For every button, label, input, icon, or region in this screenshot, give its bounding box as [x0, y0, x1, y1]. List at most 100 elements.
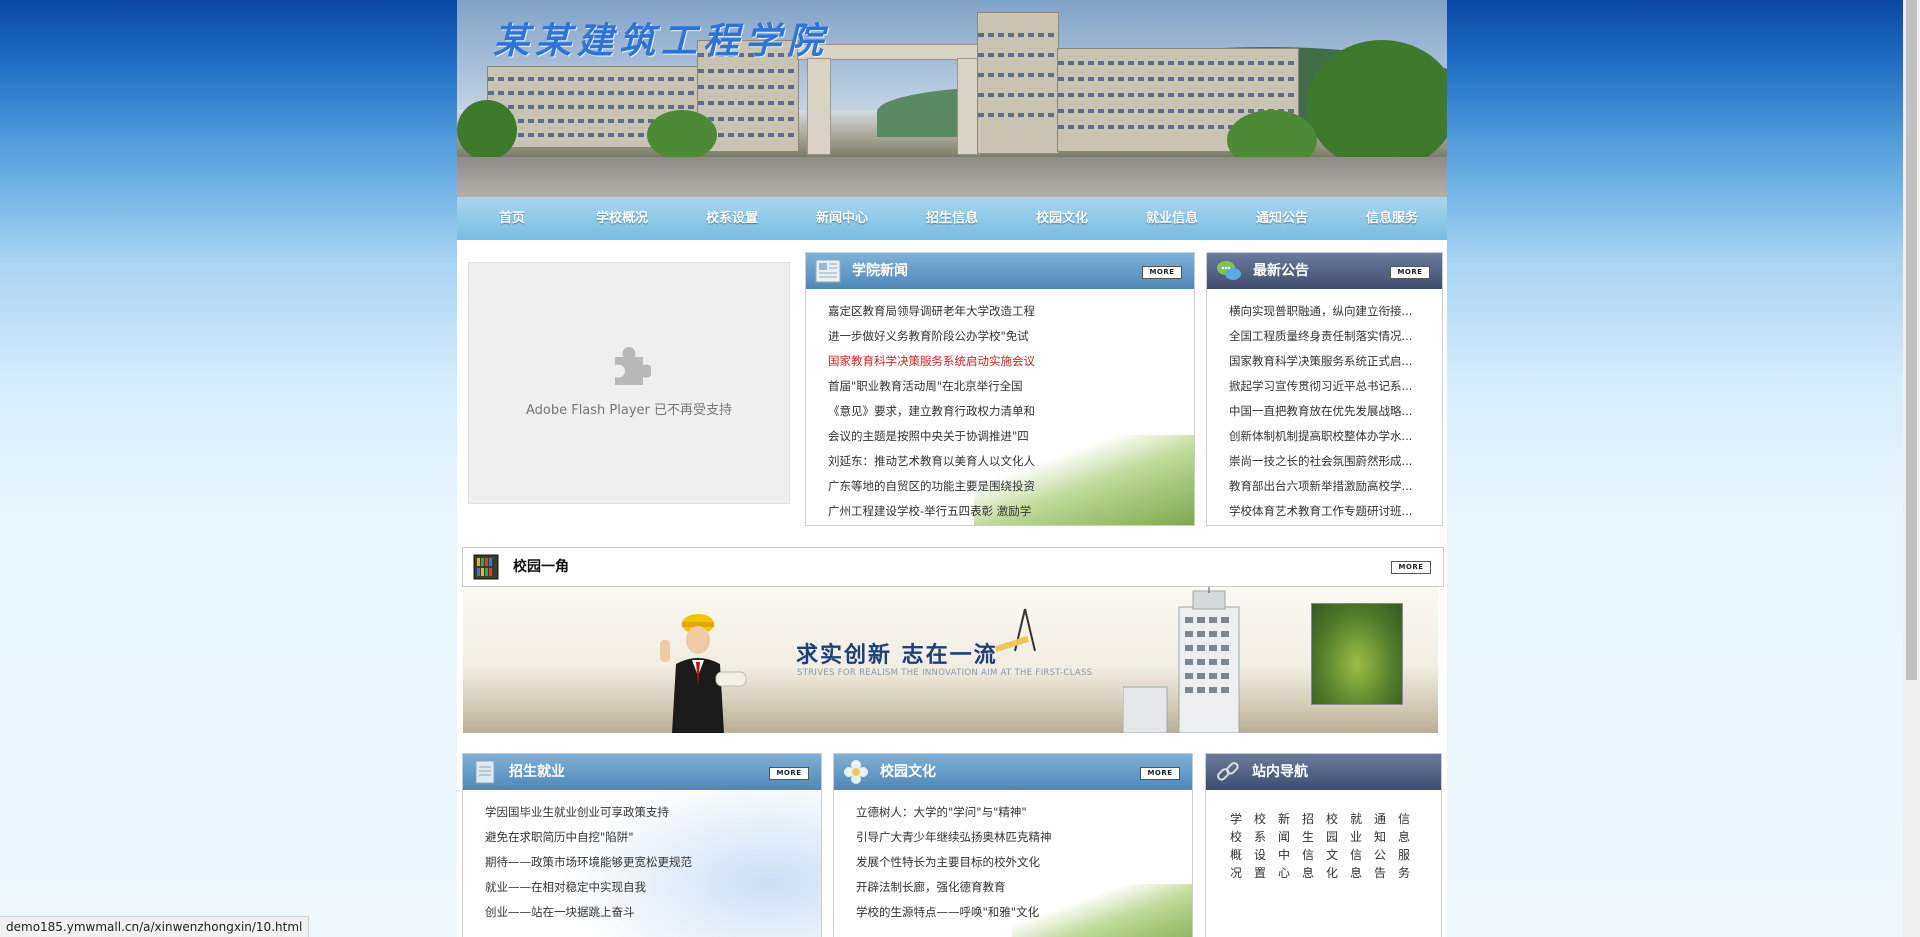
site-nav-link[interactable]: 学校概况: [1230, 810, 1244, 882]
notice-list: 横向实现普职融通，纵向建立衔接... 全国工程质量终身责任制落实情况... 国家…: [1207, 289, 1442, 525]
admission-more-button[interactable]: MORE: [769, 767, 809, 780]
nav-item-home[interactable]: 首页: [457, 197, 567, 240]
notice-item[interactable]: 创新体制机制提高职校整体办学水...: [1229, 424, 1425, 449]
chat-bubbles-icon: [1217, 261, 1241, 280]
page-scrollbar[interactable]: [1903, 0, 1920, 937]
document-icon: [475, 760, 495, 784]
culture-more-button[interactable]: MORE: [1140, 767, 1180, 780]
culture-panel-header: 校园文化 MORE: [834, 754, 1192, 790]
notice-item[interactable]: 学校体育艺术教育工作专题研讨班...: [1229, 499, 1425, 524]
campus-promo-banner: 求实创新 志在一流 STRIVES FOR REALISM THE INNOVA…: [463, 587, 1438, 733]
news-list: 嘉定区教育局领导调研老年大学改造工程 进一步做好义务教育阶段公办学校"免试 国家…: [806, 289, 1194, 525]
admission-panel: 招生就业 MORE 学因国毕业生就业创业可享政策支持 避免在求职简历中自挖"陷阱…: [462, 753, 822, 937]
promo-slogan: 求实创新 志在一流: [796, 642, 998, 668]
bookshelf-icon: [473, 554, 499, 580]
banner-trees: [1307, 40, 1447, 170]
notice-item[interactable]: 国家教育科学决策服务系统正式启...: [1229, 349, 1425, 374]
notice-panel-header: 最新公告 MORE: [1207, 253, 1442, 289]
scrollbar-thumb[interactable]: [1906, 0, 1917, 680]
admission-item[interactable]: 避免在求职简历中自挖"陷阱": [485, 825, 785, 850]
garden-photo: [1311, 603, 1403, 705]
site-nav-link[interactable]: 就业信息: [1350, 810, 1364, 882]
banner-road: [457, 157, 1447, 197]
browser-status-url: demo185.ymwmall.cn/a/xinwenzhongxin/10.h…: [0, 916, 310, 937]
admission-list: 学因国毕业生就业创业可享政策支持 避免在求职简历中自挖"陷阱" 期待——政策市场…: [463, 790, 821, 937]
notice-more-button[interactable]: MORE: [1390, 266, 1430, 279]
page-container: 某某建筑工程学院 首页 学校概况 校系设置 新闻中心 招生信息 校园文化 就业信…: [457, 0, 1447, 937]
notice-panel-title: 最新公告: [1253, 263, 1309, 279]
admission-item[interactable]: 创业——站在一块据跳上奋斗: [485, 900, 785, 925]
news-item[interactable]: 会议的主题是按照中央关于协调推进"四: [828, 424, 1068, 449]
banner-trees: [647, 110, 717, 160]
school-name-logo: 某某建筑工程学院: [493, 20, 830, 62]
notice-item[interactable]: 崇尚一技之长的社会氛围蔚然形成...: [1229, 449, 1425, 474]
nav-item-employment[interactable]: 就业信息: [1117, 197, 1227, 240]
flash-plugin-placeholder[interactable]: Adobe Flash Player 已不再受支持: [468, 262, 790, 504]
site-nav-link[interactable]: 信息服务: [1398, 810, 1412, 882]
admission-item[interactable]: 就业——在相对稳定中实现自我: [485, 875, 785, 900]
news-panel-title: 学院新闻: [852, 263, 908, 279]
news-item[interactable]: 广州工程建设学校-举行五四表彰 激励学: [828, 499, 1068, 524]
culture-list: 立德树人：大学的"学问"与"精神" 引导广大青少年继续弘扬奥林匹克精神 发展个性…: [834, 790, 1192, 937]
culture-panel: 校园文化 MORE 立德树人：大学的"学问"与"精神" 引导广大青少年继续弘扬奥…: [833, 753, 1193, 937]
admission-item[interactable]: 期待——政策市场环境能够更宽松更规范: [485, 850, 785, 875]
banner-tower: [977, 12, 1059, 154]
notice-item[interactable]: 横向实现普职融通，纵向建立衔接...: [1229, 299, 1425, 324]
site-nav-panel-title: 站内导航: [1252, 764, 1308, 780]
news-item[interactable]: 进一步做好义务教育阶段公办学校"免试: [828, 324, 1068, 349]
culture-item[interactable]: 立德树人：大学的"学问"与"精神": [856, 800, 1156, 825]
main-nav: 首页 学校概况 校系设置 新闻中心 招生信息 校园文化 就业信息 通知公告 信息…: [457, 197, 1447, 240]
newspaper-icon: [815, 259, 841, 283]
news-item[interactable]: 刘延东：推动艺术教育以美育人以文化人: [828, 449, 1068, 474]
culture-item[interactable]: 引导广大青少年继续弘扬奥林匹克精神: [856, 825, 1156, 850]
site-nav-link[interactable]: 新闻中心: [1278, 810, 1292, 882]
news-item[interactable]: 广东等地的自贸区的功能主要是围绕投资: [828, 474, 1068, 499]
flower-icon: [844, 760, 868, 784]
nav-item-notices[interactable]: 通知公告: [1227, 197, 1337, 240]
skyscraper-illustration: [1123, 587, 1240, 733]
nav-item-about[interactable]: 学校概况: [567, 197, 677, 240]
flash-unsupported-message: Adobe Flash Player 已不再受支持: [525, 403, 733, 418]
notice-panel: 最新公告 MORE 横向实现普职融通，纵向建立衔接... 全国工程质量终身责任制…: [1206, 252, 1443, 526]
site-nav-link[interactable]: 校园文化: [1326, 810, 1340, 882]
engineer-figure: [660, 614, 747, 733]
culture-item[interactable]: 开辟法制长廊，强化德育教育: [856, 875, 1156, 900]
puzzle-piece-icon: [615, 347, 651, 385]
nav-item-culture[interactable]: 校园文化: [1007, 197, 1117, 240]
campus-corner-title: 校园一角: [513, 559, 569, 575]
news-item[interactable]: 首届"职业教育活动周"在北京举行全国: [828, 374, 1068, 399]
news-item[interactable]: 国家教育科学决策服务系统启动实施会议: [828, 349, 1068, 374]
culture-item[interactable]: 发展个性特长为主要目标的校外文化: [856, 850, 1156, 875]
news-panel-header: 学院新闻 MORE: [806, 253, 1194, 289]
site-nav-panel-header: 站内导航: [1206, 754, 1441, 790]
promo-subtitle: STRIVES FOR REALISM THE INNOVATION AIM A…: [797, 668, 1093, 678]
site-nav-link[interactable]: 校系设置: [1254, 810, 1268, 882]
drafting-compass-icon: [995, 608, 1036, 653]
culture-item[interactable]: 学校的生源特点——呼唤"和雅"文化: [856, 900, 1156, 925]
nav-item-departments[interactable]: 校系设置: [677, 197, 787, 240]
notice-item[interactable]: 中国一直把教育放在优先发展战略...: [1229, 399, 1425, 424]
banner-gate-pillar: [807, 58, 831, 155]
nav-item-services[interactable]: 信息服务: [1337, 197, 1447, 240]
header-banner: 某某建筑工程学院: [457, 0, 1447, 197]
admission-panel-title: 招生就业: [509, 764, 565, 780]
site-nav-link[interactable]: 招生信息: [1302, 810, 1316, 882]
news-more-button[interactable]: MORE: [1142, 266, 1182, 279]
banner-trees: [457, 100, 517, 160]
nav-item-news[interactable]: 新闻中心: [787, 197, 897, 240]
admission-item[interactable]: 学因国毕业生就业创业可享政策支持: [485, 800, 785, 825]
culture-panel-title: 校园文化: [880, 764, 936, 780]
nav-item-admission[interactable]: 招生信息: [897, 197, 1007, 240]
site-nav-link[interactable]: 通知公告: [1374, 810, 1388, 882]
admission-panel-header: 招生就业 MORE: [463, 754, 821, 790]
notice-item[interactable]: 教育部出台六项新举措激励高校学...: [1229, 474, 1425, 499]
site-nav-panel: 站内导航 学校概况 校系设置 新闻中心 招生信息 校园文化 就业信息 通知公告 …: [1205, 753, 1442, 937]
news-item[interactable]: 《意见》要求，建立教育行政权力清单和: [828, 399, 1068, 424]
link-chain-icon: [1217, 762, 1239, 781]
news-item[interactable]: 嘉定区教育局领导调研老年大学改造工程: [828, 299, 1068, 324]
notice-item[interactable]: 掀起学习宣传贯彻习近平总书记系...: [1229, 374, 1425, 399]
notice-item[interactable]: 全国工程质量终身责任制落实情况...: [1229, 324, 1425, 349]
news-panel: 学院新闻 MORE 嘉定区教育局领导调研老年大学改造工程 进一步做好义务教育阶段…: [805, 252, 1195, 526]
campus-corner-header: 校园一角 MORE: [462, 547, 1444, 587]
campus-corner-more-button[interactable]: MORE: [1391, 561, 1431, 574]
